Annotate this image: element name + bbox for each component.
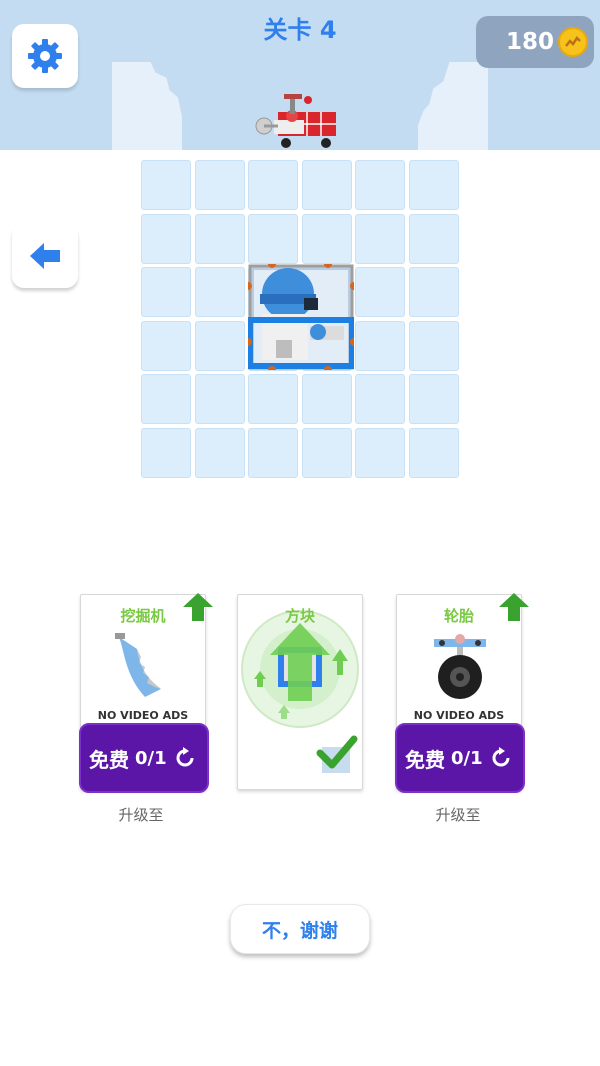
no-thanks-button[interactable]: 不，谢谢 <box>230 904 370 954</box>
grid-cell[interactable] <box>248 427 298 478</box>
grid-cell[interactable] <box>301 427 352 478</box>
grid-cell[interactable] <box>194 320 245 371</box>
upgrade-card-excavator[interactable]: 挖掘机 NO VIDEO ADS 免费 0/1 <box>79 593 213 793</box>
grid-cell[interactable] <box>141 267 191 317</box>
upgrade-to-label-excavator: 升级至 <box>118 806 164 824</box>
grid-cell[interactable] <box>355 160 405 210</box>
grid-cell[interactable] <box>141 213 191 264</box>
no-video-ads-label: NO VIDEO ADS <box>413 709 505 722</box>
grid-cell[interactable] <box>194 427 245 478</box>
free-label: 免费 <box>89 747 129 772</box>
grid-cell[interactable] <box>141 320 191 371</box>
coin-count: 180 <box>505 29 554 55</box>
grid-cell[interactable] <box>301 160 352 210</box>
grid-cell[interactable] <box>355 427 405 478</box>
tire-icon <box>434 634 486 699</box>
grid-cell[interactable] <box>301 213 352 264</box>
free-count: 0/1 <box>135 747 167 769</box>
upgrade-to-label-tire: 升级至 <box>435 806 481 824</box>
snow-cliff-left <box>112 62 182 150</box>
check-icon <box>316 735 358 773</box>
refresh-icon <box>492 747 510 767</box>
grid-cell[interactable] <box>194 160 245 210</box>
grid-cell[interactable] <box>355 267 405 317</box>
upgrade-card-block[interactable]: 方块 <box>237 594 363 790</box>
grid-cell[interactable] <box>408 160 459 210</box>
no-video-ads-label: NO VIDEO ADS <box>97 709 189 722</box>
grid-cell[interactable] <box>408 320 459 371</box>
grid-cell[interactable] <box>141 427 191 478</box>
upgrade-glow-graphic <box>241 610 359 728</box>
settings-button[interactable] <box>12 24 78 88</box>
grid-cell[interactable] <box>301 374 352 424</box>
vehicle-preview <box>255 94 336 148</box>
grid-cell[interactable] <box>248 374 298 424</box>
upgrade-arrow-icon <box>499 593 529 621</box>
upgrade-card-tire[interactable]: 轮胎 NO VIDEO ADS 免费 0/1 <box>395 593 529 793</box>
refresh-icon <box>176 747 194 767</box>
free-upgrade-button[interactable]: 免费 0/1 <box>395 723 525 793</box>
back-button[interactable] <box>12 224 78 288</box>
snow-cliff-right <box>418 62 488 150</box>
excavator-bucket-icon <box>115 633 161 697</box>
grid-cell[interactable] <box>355 320 405 371</box>
card-title: 方块 <box>284 607 315 625</box>
grid-cell[interactable] <box>408 267 459 317</box>
grid-cell[interactable] <box>248 160 298 210</box>
game-screen: 关卡 4 180 挖掘机 NO VIDEO ADS 免费 0/1 方块 轮胎 N… <box>0 0 600 1066</box>
grid-cell[interactable] <box>355 374 405 424</box>
grid-cell[interactable] <box>408 374 459 424</box>
grid-cell[interactable] <box>194 374 245 424</box>
header-scene: 关卡 4 180 <box>0 0 600 150</box>
free-upgrade-button[interactable]: 免费 0/1 <box>79 723 209 793</box>
back-arrow-icon <box>30 243 60 269</box>
coin-icon <box>558 27 588 57</box>
grid-cell[interactable] <box>248 213 298 264</box>
grid-cell[interactable] <box>141 374 191 424</box>
grid-cell[interactable] <box>355 213 405 264</box>
upgrade-arrow-icon <box>183 593 213 621</box>
grid-cell[interactable] <box>408 427 459 478</box>
robot-block[interactable] <box>248 264 354 370</box>
free-label: 免费 <box>405 747 445 772</box>
coin-counter: 180 <box>476 16 594 68</box>
grid-cell[interactable] <box>194 267 245 317</box>
grid-cell[interactable] <box>141 160 191 210</box>
free-count: 0/1 <box>451 747 483 769</box>
grid-cell[interactable] <box>194 213 245 264</box>
gear-icon <box>28 39 62 73</box>
grid-cell[interactable] <box>408 213 459 264</box>
